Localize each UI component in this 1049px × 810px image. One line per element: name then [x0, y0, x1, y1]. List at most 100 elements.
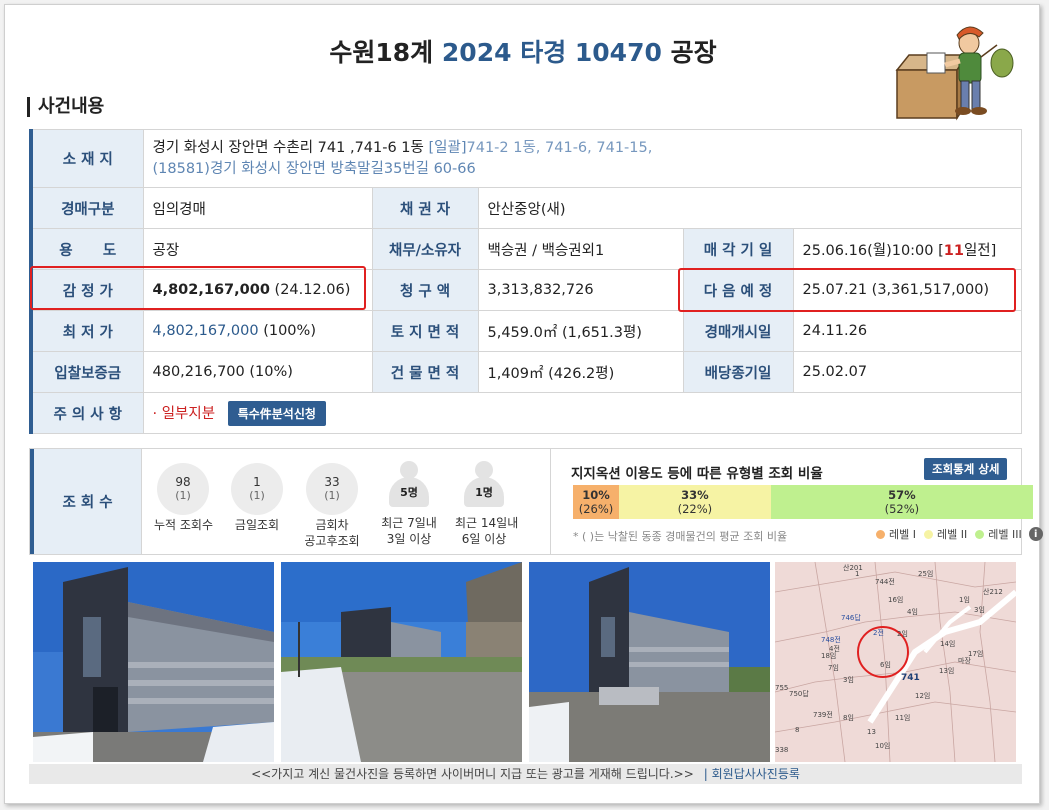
map-parcel-label: 25임 — [918, 570, 933, 578]
debtor-value: 백승권 / 백승권외1 — [477, 228, 684, 270]
property-category: 공장 — [670, 38, 717, 67]
land-area-label: 토 지 면 적 — [371, 310, 479, 352]
location-address: 경기 화성시 장안면 수촌리 741 ,741-6 1동 — [152, 139, 424, 156]
round-views-stat: 33 (1) 금회차공고후조회 — [303, 463, 361, 549]
recent14-stat: 1명 최근 14일내 6일 이상 — [455, 461, 518, 547]
dividend-date-value: 25.02.07 — [792, 351, 1022, 393]
minimum-price-value: 4,802,167,000 (100%) — [142, 310, 373, 352]
map-parcel-label: 746답 — [841, 613, 861, 622]
bulk-tag[interactable]: [일괄] — [429, 140, 467, 156]
total-views-caption: 누적 조회수 — [154, 518, 214, 532]
recent14-caption-1: 최근 14일내 — [455, 516, 519, 530]
location-value: 경기 화성시 장안면 수촌리 741 ,741-6 1동 [일괄]741-2 1… — [142, 129, 1022, 188]
map-parcel-label: 748전 — [821, 635, 841, 644]
cadastral-map[interactable]: 산201 1 25임 744전 16임 4임 1임 산212 3임 746답 2전 2임 14임 17임 7… — [775, 562, 1016, 762]
ratio-legend: 레벨 I 레벨 II 레벨 III i — [876, 526, 1043, 542]
footer-notice: <<가지고 계신 물건사진을 등록하면 사이버머니 지급 또는 광고를 게재해 … — [251, 767, 694, 781]
stats-detail-button[interactable]: 조회통계 상세 — [924, 458, 1008, 480]
sale-date-value: 25.06.16(월)10:00 [11일전] — [792, 228, 1022, 270]
case-number: 2024 타경 10470 — [441, 38, 662, 67]
map-parcel-label: 12임 — [915, 692, 930, 700]
start-date-value: 24.11.26 — [792, 310, 1022, 352]
claim-label: 청 구 액 — [371, 269, 479, 311]
caution-label: 주 의 사 항 — [29, 392, 144, 434]
building-area-value: 1,409㎡ (426.2평) — [477, 351, 684, 393]
photo-footer: <<가지고 계신 물건사진을 등록하면 사이버머니 지급 또는 광고를 게재해 … — [29, 764, 1022, 784]
auction-type-value: 임의경매 — [142, 187, 373, 229]
sale-date-label: 매 각 기 일 — [682, 228, 794, 270]
caution-text: · 일부지분 — [152, 405, 216, 422]
recent7-count: 5명 — [389, 477, 429, 507]
info-icon[interactable]: i — [1028, 527, 1043, 541]
map-parcel-label: 13임 — [939, 667, 954, 675]
court-name: 수원18계 — [329, 38, 434, 67]
today-views-stat: 1 (1) 금일조회 — [228, 463, 286, 533]
map-parcel-label: 6임 — [880, 661, 891, 669]
ratio-segment-level2: 33% (22%) — [619, 485, 771, 519]
ratio-segment-level3: 57% (52%) — [770, 485, 1033, 519]
total-views-stat: 98 (1) 누적 조회수 — [154, 463, 214, 533]
today-views-sub: (1) — [249, 489, 265, 502]
map-parcel-label: 14임 — [940, 640, 955, 648]
page-title: 수원18계 2024 타경 10470 공장 — [5, 33, 1041, 69]
location-label: 소 재 지 — [29, 129, 144, 188]
start-date-label: 경매개시일 — [682, 310, 794, 352]
special-analysis-button[interactable]: 특수件분석신청 — [227, 400, 326, 426]
view-ratio-panel: 지지옥션 이용도 등에 따른 유형별 조회 비율 조회통계 상세 10% (26%… — [550, 449, 1043, 554]
recent7-caption-1: 최근 7일내 — [381, 516, 437, 530]
road-address: (18581)경기 화성시 장안면 방축말길35번길 60-66 — [152, 160, 476, 177]
map-parcel-label: 750답 — [789, 689, 809, 698]
property-photo-2[interactable] — [281, 562, 522, 762]
ratio-segment-level1: 10% (26%) — [573, 485, 619, 519]
sale-dday-suffix: 일전] — [963, 242, 997, 259]
recent14-caption-2: 6일 이상 — [461, 532, 507, 546]
table-row: 최 저 가 4,802,167,000 (100%) 토 지 면 적 5,459… — [29, 310, 1022, 352]
map-parcel-label: 8 — [795, 726, 799, 734]
today-views-count: 1 — [253, 475, 261, 489]
segment1-pct: 10% — [582, 488, 610, 502]
round-views-caption: 금회차공고후조회 — [303, 517, 361, 549]
total-views-sub: (1) — [175, 489, 191, 502]
today-views-circle: 1 (1) — [231, 463, 283, 515]
table-row: 소 재 지 경기 화성시 장안면 수촌리 741 ,741-6 1동 [일괄]7… — [29, 129, 1022, 188]
ratio-title: 지지옥션 이용도 등에 따른 유형별 조회 비율 — [571, 466, 823, 482]
view-stats-panel: 조 회 수 98 (1) 누적 조회수 1 (1) 금일조회 33 (1) 금회차 공고… — [29, 448, 1043, 555]
ratio-note: * ( )는 낙찰된 동종 경매물건의 평균 조회 비율 — [573, 530, 788, 543]
table-row: 주 의 사 항 · 일부지분 특수件분석신청 — [29, 392, 1022, 434]
member-photo-register-link[interactable]: | 회원답사사진등록 — [704, 767, 800, 781]
property-photo-1[interactable] — [33, 562, 274, 762]
map-parcel-label: 755 — [775, 684, 788, 692]
caution-value: · 일부지분 특수件분석신청 — [142, 392, 1022, 434]
legend-level3: 레벨 III — [988, 528, 1022, 541]
sale-date-text: 25.06.16(월)10:00 [ — [802, 242, 944, 259]
next-schedule-highlight-box — [678, 268, 1016, 312]
map-parcel-label: 산212 — [983, 587, 1003, 596]
map-parcel-label: 7임 — [828, 664, 839, 672]
minimum-price-label: 최 저 가 — [29, 310, 144, 352]
map-parcel-label: 16임 — [888, 596, 903, 604]
map-parcel-label: 739전 — [813, 710, 833, 719]
level2-dot — [923, 529, 933, 539]
map-parcel-label: 338 — [775, 746, 788, 754]
recent14-count: 1명 — [464, 477, 504, 507]
total-views-count: 98 — [175, 475, 191, 489]
level3-dot — [975, 529, 985, 539]
round-views-circle: 33 (1) — [306, 463, 358, 515]
segment2-avg: (22%) — [677, 502, 713, 516]
building-area-label: 건 물 면 적 — [371, 351, 479, 393]
minimum-amount: 4,802,167,000 — [152, 323, 259, 339]
segment2-pct: 33% — [681, 488, 709, 502]
map-parcel-label: 13 — [867, 728, 876, 736]
round-views-caption-2: 공고후조회 — [304, 534, 360, 548]
segment1-avg: (26%) — [578, 502, 614, 516]
map-parcel-label: 3임 — [974, 606, 985, 614]
claim-value: 3,313,832,726 — [477, 269, 684, 311]
round-views-caption-1: 금회차 — [315, 518, 349, 532]
map-parcel-label: 18임 — [821, 652, 836, 660]
ratio-bar: 10% (26%) 33% (22%) 57% (52%) — [573, 485, 1033, 519]
level1-dot — [876, 529, 885, 539]
table-row: 입찰보증금 480,216,700 (10%) 건 물 면 적 1,409㎡ (… — [29, 351, 1022, 393]
map-parcel-label: 2임 — [897, 630, 908, 638]
legend-level2: 레벨 II — [936, 528, 968, 541]
property-photo-3[interactable] — [529, 562, 770, 762]
